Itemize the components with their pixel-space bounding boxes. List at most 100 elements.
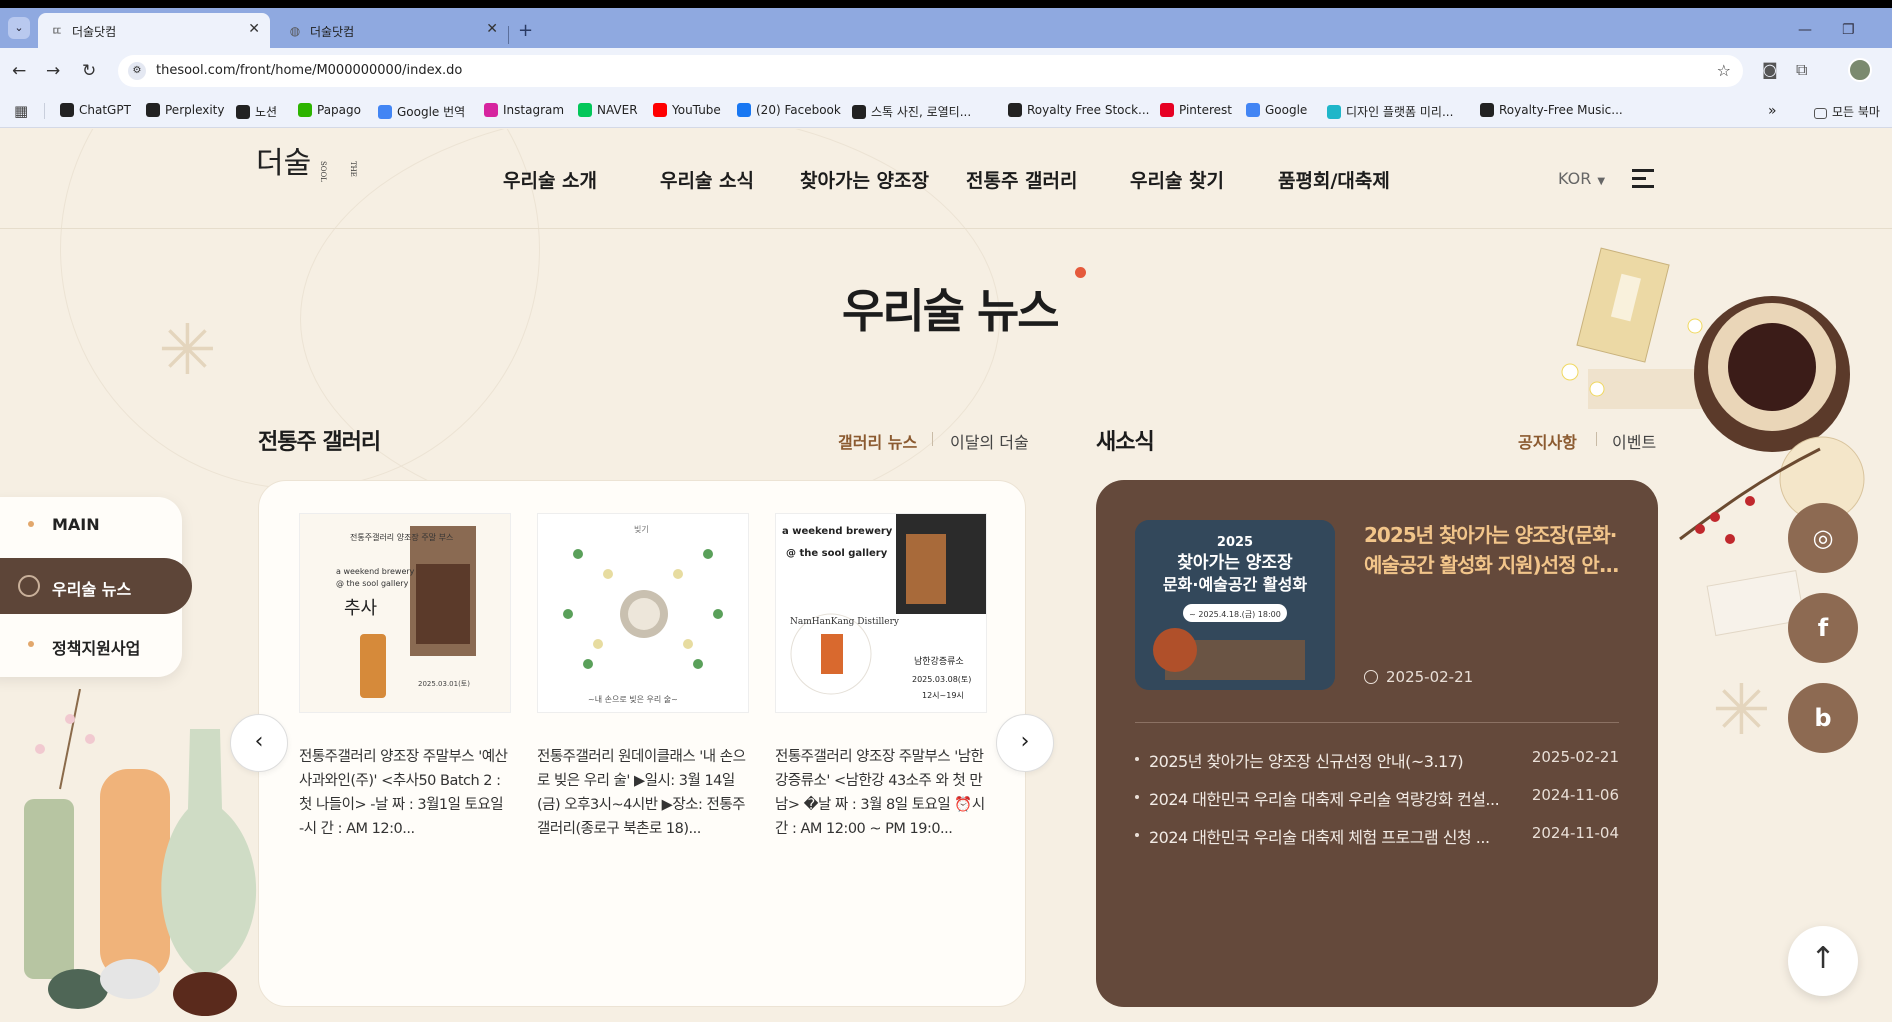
news-item-title[interactable]: 2024 대한민국 우리술 대축제 우리술 역량강화 컨설...	[1149, 786, 1509, 810]
url-text[interactable]: thesool.com/front/home/M000000000/index.…	[156, 63, 462, 78]
news-item-title[interactable]: 2025년 찾아가는 양조장 신규선정 안내(~3.17)	[1149, 748, 1509, 772]
bookmark-item[interactable]: Perplexity	[146, 103, 225, 117]
bookmarks-bar: ▦ ChatGPT Perplexity 노션 Papago Google 번역 Inst…	[0, 94, 1892, 128]
carousel-next-button[interactable]: ›	[996, 714, 1054, 772]
nav-item-brewery[interactable]: 찾아가는 양조장	[800, 166, 929, 193]
nav-item-gallery[interactable]: 전통주 갤러리	[966, 166, 1078, 193]
tab-close-icon[interactable]: ✕	[486, 21, 498, 37]
blog-button[interactable]: b	[1788, 683, 1858, 753]
language-selector[interactable]: KOR ▼	[1558, 169, 1605, 188]
site-logo[interactable]: 더술 THE SOOL	[256, 149, 357, 182]
bookmark-label: NAVER	[597, 103, 638, 117]
bookmark-star-icon[interactable]: ☆	[1717, 61, 1731, 80]
instagram-icon	[484, 103, 498, 117]
tab-title: 더술닷컴	[72, 25, 117, 39]
feature-news-title[interactable]: 2025년 찾아가는 양조장(문화·예술공간 활성화 지원)선정 안...	[1364, 520, 1624, 580]
bookmark-item[interactable]: Google 번역	[378, 103, 465, 120]
bookmark-item[interactable]: 스톡 사진, 로열티...	[852, 103, 971, 120]
bookmark-item[interactable]: 디자인 플랫폼 미리...	[1327, 103, 1453, 120]
bookmark-item[interactable]: Pinterest	[1160, 103, 1232, 117]
bookmark-item[interactable]: Royalty Free Stock...	[1008, 103, 1149, 117]
site-header: 더술 THE SOOL 우리술 소개 우리술 소식 찾아가는 양조장 전통주 갤…	[0, 129, 1892, 229]
bookmark-label: Google	[1265, 103, 1308, 117]
bookmark-item[interactable]: 노션	[236, 103, 277, 120]
gallery-card-caption[interactable]: 전통주갤러리 원데이클래스 '내 손으로 빚은 우리 술' ▶일시: 3월 14…	[537, 745, 749, 841]
bookmark-item[interactable]: Instagram	[484, 103, 564, 117]
quick-item-main[interactable]: MAIN	[0, 497, 182, 553]
tab-close-icon[interactable]: ✕	[248, 21, 260, 37]
gallery-card-image[interactable]: 빚기 ~내 손으로 빚은 우리 술~	[537, 513, 749, 713]
facebook-button[interactable]: f	[1788, 593, 1858, 663]
site-info-icon[interactable]: ⚙	[128, 62, 146, 80]
gallery-tab-news[interactable]: 갤러리 뉴스	[838, 429, 917, 453]
new-tab-button[interactable]: +	[518, 20, 533, 41]
bookmark-label: Royalty-Free Music...	[1499, 103, 1623, 117]
nav-item-festival[interactable]: 품평회/대축제	[1278, 166, 1390, 193]
hamburger-menu-icon[interactable]	[1632, 169, 1654, 193]
tab-inactive[interactable]: ◍ 더술닷컴 ✕	[276, 13, 508, 48]
reload-button[interactable]: ↻	[82, 61, 96, 81]
gallery-card-image[interactable]: a weekend brewery @ the sool gallery Nam…	[775, 513, 987, 713]
bullet-dot	[28, 521, 34, 527]
stock-icon	[1008, 103, 1022, 117]
bookmark-item[interactable]: Papago	[298, 103, 361, 117]
card-thumbnail-3: a weekend brewery @ the sool gallery Nam…	[776, 514, 986, 712]
feature-img-text: 문화·예술공간 활성화	[1163, 575, 1307, 594]
gallery-card-caption[interactable]: 전통주갤러리 양조장 주말부스 '남한강증류소' <남한강 43소주 와 첫 만…	[775, 745, 987, 841]
news-tab-event[interactable]: 이벤트	[1612, 429, 1656, 453]
news-panel: 2025 찾아가는 양조장 문화·예술공간 활성화 ~ 2025.4.18.(금…	[1096, 480, 1658, 1007]
papago-icon	[298, 103, 312, 117]
profile-avatar[interactable]	[1848, 58, 1872, 82]
restore-button[interactable]: ❐	[1842, 22, 1855, 38]
minimize-button[interactable]: —	[1798, 22, 1812, 38]
feature-news-image[interactable]: 2025 찾아가는 양조장 문화·예술공간 활성화 ~ 2025.4.18.(금…	[1135, 520, 1335, 690]
quick-item-label: MAIN	[52, 515, 100, 534]
youtube-icon	[653, 103, 667, 117]
gallery-tab-monthly[interactable]: 이달의 더술	[950, 429, 1029, 453]
gallery-card-image[interactable]: 전통주갤러리 양조장 주말 부스 a weekend brewery @ the…	[299, 513, 511, 713]
instagram-button[interactable]: ◎	[1788, 503, 1858, 573]
extensions-icon[interactable]: ⧉	[1796, 60, 1807, 80]
naver-icon	[578, 103, 592, 117]
quick-menu: MAIN 우리술 뉴스 정책지원사업	[0, 497, 192, 677]
news-heading: 새소식	[1096, 430, 1155, 455]
nav-item-intro[interactable]: 우리술 소개	[503, 166, 597, 193]
forward-button[interactable]: →	[46, 61, 60, 81]
thumb-text: 추사	[344, 598, 378, 619]
scroll-to-top-button[interactable]: ↑	[1788, 926, 1858, 996]
bullet-dot	[1135, 833, 1139, 837]
bookmark-item[interactable]: ChatGPT	[60, 103, 131, 117]
nav-item-search[interactable]: 우리술 찾기	[1130, 166, 1224, 193]
more-bookmarks-icon[interactable]: »	[1768, 103, 1777, 119]
bookmark-item[interactable]: YouTube	[653, 103, 721, 117]
url-omnibox[interactable]: ⚙ thesool.com/front/home/M000000000/inde…	[118, 55, 1743, 87]
feature-img-text: 2025	[1217, 535, 1253, 550]
bookmark-item[interactable]: NAVER	[578, 103, 638, 117]
bookmark-label: Perplexity	[165, 103, 225, 117]
shutterstock-icon	[852, 105, 866, 119]
gallery-card-caption[interactable]: 전통주갤러리 양조장 주말부스 '예산사과와인(주)' <추사50 Batch …	[299, 745, 511, 841]
nav-item-news[interactable]: 우리술 소식	[660, 166, 754, 193]
thumb-text: 남한강증류소	[914, 656, 964, 667]
ring-icon	[18, 575, 40, 597]
carousel-prev-button[interactable]: ‹	[230, 714, 288, 772]
bookmark-item[interactable]: (20) Facebook	[737, 103, 841, 117]
perplexity-icon	[146, 103, 160, 117]
tab-active[interactable]: ㄸ 더술닷컴 ✕	[38, 13, 270, 48]
all-bookmarks-label: 모든 북마	[1832, 105, 1880, 119]
camera-icon[interactable]: ◙	[1762, 60, 1778, 79]
quick-item-policy[interactable]: 정책지원사업	[0, 617, 182, 673]
quick-item-news[interactable]: 우리술 뉴스	[0, 558, 192, 614]
bookmark-item[interactable]: Royalty-Free Music...	[1480, 103, 1623, 117]
chevron-right-icon: ›	[1020, 729, 1030, 754]
all-bookmarks-folder[interactable]: 모든 북마	[1814, 103, 1880, 120]
tab-title: 더술닷컴	[310, 25, 355, 39]
apps-grid-icon[interactable]: ▦	[14, 102, 28, 120]
news-tab-notice[interactable]: 공지사항	[1518, 429, 1577, 453]
news-item-title[interactable]: 2024 대한민국 우리술 대축제 체험 프로그램 신청 ...	[1149, 824, 1509, 848]
tab-search-dropdown[interactable]: ⌄	[8, 17, 30, 39]
bookmark-item[interactable]: Google	[1246, 103, 1307, 117]
back-button[interactable]: ←	[12, 61, 26, 81]
feature-news-date: 2025-02-21	[1364, 668, 1473, 686]
bookmark-label: Pinterest	[1179, 103, 1233, 117]
